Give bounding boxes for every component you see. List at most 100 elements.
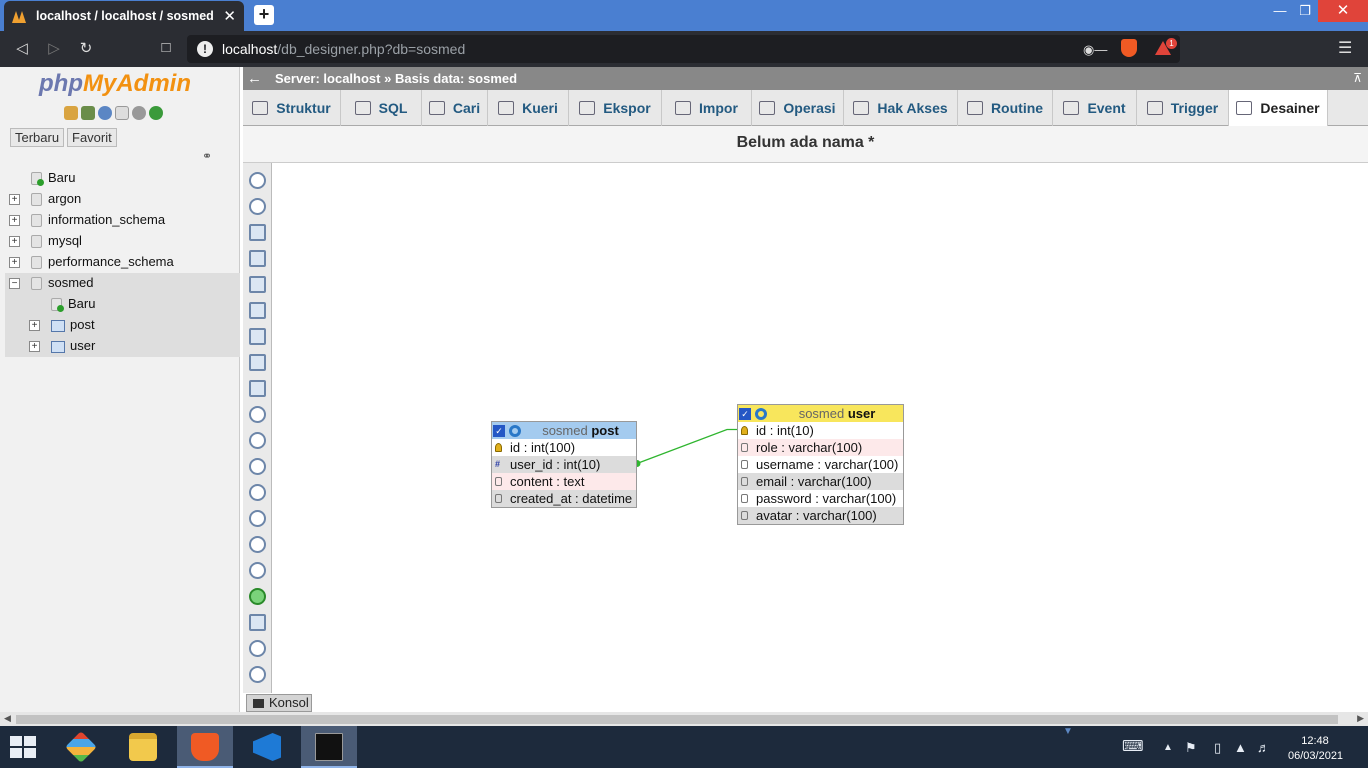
tab-operasi[interactable]: Operasi bbox=[752, 90, 844, 126]
export-schema-icon[interactable] bbox=[249, 614, 266, 631]
designer-field-row[interactable]: email : varchar(100) bbox=[738, 473, 903, 490]
tab-cari[interactable]: Cari bbox=[422, 90, 488, 126]
start-button[interactable] bbox=[10, 736, 38, 758]
table-options-icon[interactable] bbox=[509, 424, 521, 437]
volume-icon[interactable]: ♬ bbox=[1257, 740, 1270, 755]
scroll-right-icon[interactable]: ▶ bbox=[1357, 713, 1364, 724]
recent-tab[interactable]: Terbaru bbox=[10, 128, 65, 147]
designer-table-header[interactable]: ✓ sosmed post bbox=[492, 422, 636, 439]
taskbar-clock[interactable]: 12:48 06/03/2021 bbox=[1288, 734, 1343, 764]
designer-field-row[interactable]: avatar : varchar(100) bbox=[738, 507, 903, 524]
help-icon[interactable] bbox=[98, 106, 112, 120]
favorites-tab[interactable]: Favorit bbox=[67, 128, 117, 147]
expand-icon[interactable]: + bbox=[29, 320, 40, 331]
delete-page-icon[interactable] bbox=[249, 354, 266, 371]
help-icon[interactable] bbox=[249, 484, 266, 501]
add-tables-icon[interactable] bbox=[249, 224, 266, 241]
select-all-checkbox[interactable]: ✓ bbox=[739, 407, 751, 420]
tab-close-icon[interactable]: ✕ bbox=[223, 7, 236, 25]
taskbar-app-explorer[interactable] bbox=[115, 726, 171, 768]
tree-node-mysql[interactable]: + mysql bbox=[5, 231, 240, 252]
taskbar-app-terminal[interactable] bbox=[301, 726, 357, 768]
toggle-small-big-icon[interactable] bbox=[249, 588, 266, 605]
choose-column-icon[interactable] bbox=[249, 432, 266, 449]
build-query-icon[interactable] bbox=[249, 640, 266, 657]
link-with-main-panel-icon[interactable]: ⚭ bbox=[202, 149, 212, 163]
reload-icon[interactable] bbox=[249, 458, 266, 475]
move-menu-icon[interactable] bbox=[249, 666, 266, 683]
designer-field-row[interactable]: password : varchar(100) bbox=[738, 490, 903, 507]
designer-field-row[interactable]: content : text bbox=[492, 473, 636, 490]
select-all-checkbox[interactable]: ✓ bbox=[493, 424, 505, 437]
back-icon[interactable]: ◁ bbox=[11, 39, 33, 57]
tray-expand-icon[interactable]: ▲ bbox=[1163, 742, 1173, 753]
window-minimize-button[interactable]: — bbox=[1268, 3, 1292, 18]
create-relation-icon[interactable] bbox=[249, 406, 266, 423]
bookmark-icon[interactable]: □ bbox=[155, 39, 177, 56]
edit-page-icon[interactable] bbox=[249, 276, 266, 293]
designer-field-row[interactable]: # user_id : int(10) bbox=[492, 456, 636, 473]
small-big-all-icon[interactable] bbox=[249, 562, 266, 579]
designer-canvas[interactable]: ✓ sosmed post id : int(100) # user_id : int(… bbox=[272, 163, 1368, 693]
expand-icon[interactable]: + bbox=[9, 215, 20, 226]
designer-table-user[interactable]: ✓ sosmed user id : int(10) role : varchar(1… bbox=[737, 404, 904, 525]
taskbar-app-vscode[interactable] bbox=[239, 726, 295, 768]
scroll-top-icon[interactable]: ⊼ bbox=[1353, 67, 1362, 90]
tree-node-argon[interactable]: + argon bbox=[5, 189, 240, 210]
brave-shields-icon[interactable] bbox=[1121, 39, 1137, 57]
expand-icon[interactable]: + bbox=[29, 341, 40, 352]
fullscreen-icon[interactable] bbox=[249, 198, 266, 215]
taskbar-app-git[interactable] bbox=[53, 726, 109, 768]
tab-routine[interactable]: Routine bbox=[958, 90, 1053, 126]
address-bar[interactable]: ! localhost/db_designer.php?db=sosmed bbox=[187, 35, 1180, 63]
tab-ekspor[interactable]: Ekspor bbox=[569, 90, 662, 126]
tab-desainer[interactable]: Desainer bbox=[1229, 90, 1328, 126]
tree-node-user[interactable]: + user bbox=[5, 336, 240, 357]
toggle-panel-icon[interactable] bbox=[249, 172, 266, 189]
reload-icon[interactable]: ↻ bbox=[75, 39, 97, 57]
horizontal-scrollbar[interactable]: ◀ ▶ bbox=[0, 712, 1368, 726]
window-restore-button[interactable]: ❐ bbox=[1293, 3, 1317, 19]
designer-field-row[interactable]: username : varchar(100) bbox=[738, 456, 903, 473]
tab-sql[interactable]: SQL bbox=[341, 90, 422, 126]
tab-kueri[interactable]: Kueri bbox=[488, 90, 569, 126]
tab-impor[interactable]: Impor bbox=[662, 90, 752, 126]
expand-icon[interactable]: + bbox=[9, 194, 20, 205]
designer-table-post[interactable]: ✓ sosmed post id : int(100) # user_id : int(… bbox=[491, 421, 637, 508]
designer-field-row[interactable]: id : int(100) bbox=[492, 439, 636, 456]
taskbar-app-brave[interactable] bbox=[177, 726, 233, 768]
settings-gear-icon[interactable] bbox=[132, 106, 146, 120]
angular-links-icon[interactable] bbox=[249, 510, 266, 527]
console-toggle[interactable]: Konsol bbox=[246, 694, 312, 712]
phpmyadmin-logo[interactable]: phpMyAdmin bbox=[39, 70, 191, 98]
save-as-icon[interactable] bbox=[249, 328, 266, 345]
battery-icon[interactable]: ▯ bbox=[1214, 740, 1221, 756]
collapse-nav-icon[interactable]: ← bbox=[247, 67, 262, 90]
collapse-icon[interactable]: − bbox=[9, 278, 20, 289]
reload-nav-icon[interactable] bbox=[149, 106, 163, 120]
expand-icon[interactable]: + bbox=[9, 257, 20, 268]
breadcrumb-server[interactable]: Server: localhost bbox=[275, 71, 381, 86]
breadcrumb-database[interactable]: Basis data: sosmed bbox=[395, 71, 517, 86]
tree-node-sosmed[interactable]: − sosmed bbox=[5, 273, 240, 294]
designer-field-row[interactable]: role : varchar(100) bbox=[738, 439, 903, 456]
site-info-icon[interactable]: ! bbox=[197, 41, 213, 57]
save-icon[interactable] bbox=[249, 302, 266, 319]
keyboard-icon[interactable]: ⌨ bbox=[1122, 737, 1144, 755]
tab-trigger[interactable]: Trigger bbox=[1137, 90, 1229, 126]
window-close-button[interactable]: ✕ bbox=[1318, 0, 1368, 22]
scroll-left-icon[interactable]: ◀ bbox=[4, 713, 11, 724]
expand-icon[interactable]: + bbox=[9, 236, 20, 247]
tree-node-performance-schema[interactable]: + performance_schema bbox=[5, 252, 240, 273]
table-options-icon[interactable] bbox=[755, 407, 767, 420]
tree-node-information-schema[interactable]: + information_schema bbox=[5, 210, 240, 231]
tree-node-baru[interactable]: Baru bbox=[5, 168, 240, 189]
tree-node-post[interactable]: + post bbox=[5, 315, 240, 336]
browser-menu-icon[interactable]: ☰ bbox=[1338, 38, 1352, 58]
logout-icon[interactable] bbox=[81, 106, 95, 120]
flag-icon[interactable]: ⚑ bbox=[1185, 740, 1197, 756]
tab-event[interactable]: Event bbox=[1053, 90, 1137, 126]
designer-table-header[interactable]: ✓ sosmed user bbox=[738, 405, 903, 422]
scrollbar-thumb[interactable] bbox=[16, 715, 1338, 724]
browser-tab[interactable]: localhost / localhost / sosmed | ph ✕ bbox=[4, 1, 244, 31]
